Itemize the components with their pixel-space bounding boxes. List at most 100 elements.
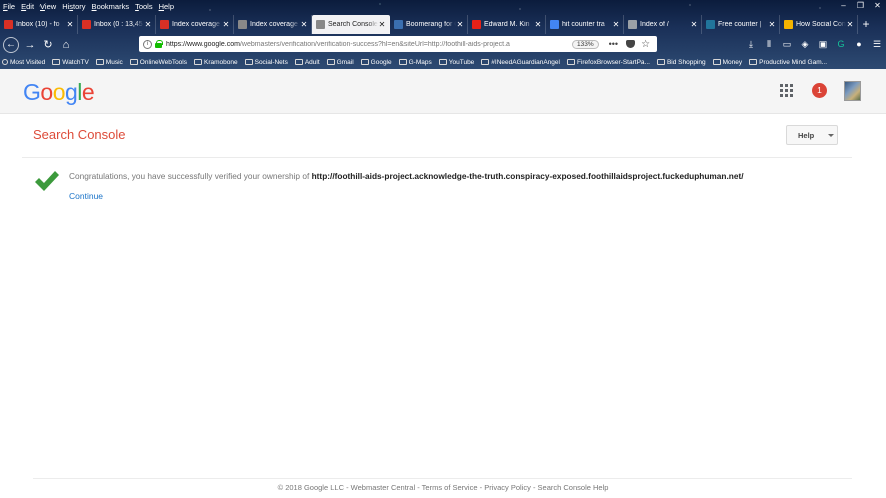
close-tab-icon[interactable]: ✕ (378, 20, 386, 29)
window-controls: – ❐ ✕ (835, 0, 886, 13)
google-logo[interactable]: Google (23, 79, 95, 106)
close-tab-icon[interactable]: ✕ (690, 20, 698, 29)
maps-icon (398, 59, 407, 65)
tab-10[interactable]: How Social Con ✕ (780, 15, 858, 34)
bookmark-item[interactable]: Adult (294, 58, 320, 66)
footer-link[interactable]: Search Console Help (538, 483, 609, 492)
footer-separator: - (530, 483, 538, 492)
close-tab-icon[interactable]: ✕ (768, 20, 776, 29)
bookmark-label: Money (722, 58, 743, 66)
tab-0[interactable]: Inbox (10) - fo ✕ (0, 15, 78, 34)
bookmark-label: Bid Shopping (666, 58, 706, 66)
menu-history[interactable]: History (59, 0, 88, 13)
continue-link[interactable]: Continue (69, 191, 103, 201)
bookmark-item[interactable]: WatchTV (52, 59, 89, 66)
minimize-button[interactable]: – (835, 0, 852, 13)
footer-link[interactable]: Terms of Service (422, 483, 478, 492)
close-tab-icon[interactable]: ✕ (456, 20, 464, 29)
downloads-icon[interactable]: ⤓ (742, 35, 760, 53)
close-tab-icon[interactable]: ✕ (846, 20, 854, 29)
grammarly-icon[interactable]: G (832, 35, 850, 53)
bookmark-icon (749, 59, 758, 65)
menu-tools[interactable]: Tools (132, 0, 156, 13)
bookmark-item[interactable]: Bid Shopping (656, 58, 706, 66)
help-label: Help (798, 130, 815, 140)
bookmark-item[interactable]: G-Maps (398, 59, 432, 66)
apps-grid-icon[interactable] (780, 84, 793, 97)
bookmark-label: Adult (304, 58, 320, 66)
close-tab-icon[interactable]: ✕ (300, 20, 308, 29)
menu-edit[interactable]: Edit (18, 0, 37, 13)
tab-5[interactable]: Boomerang for Gm✕ (390, 15, 468, 34)
tab-2[interactable]: Index coverage ✕ (156, 15, 234, 34)
success-message: Congratulations, you have successfully v… (69, 171, 744, 181)
tab-1[interactable]: Inbox (0 : 13,45 ✕ (78, 15, 156, 34)
bookmark-item[interactable]: Social-Nets (244, 59, 288, 66)
bookmark-label: OnlineWebTools (139, 58, 187, 66)
tab-8[interactable]: Index of / ✕ (624, 15, 702, 34)
menu-view[interactable]: View (37, 0, 59, 13)
avatar[interactable] (844, 81, 861, 101)
info-icon[interactable]: i (143, 39, 152, 49)
menu-bookmarks[interactable]: Bookmarks (89, 0, 133, 13)
footer: © 2018 Google LLC - Webmaster Central - … (0, 483, 886, 492)
menu-hamburger-icon[interactable]: ☰ (868, 35, 886, 53)
cast-icon[interactable]: ▣ (814, 35, 832, 53)
tab-title: How Social Con (796, 21, 846, 28)
folder-icon (244, 59, 253, 65)
bookmark-item[interactable]: FirefoxBrowser-StartPa... (566, 59, 650, 66)
logo-letter: o (52, 79, 66, 105)
tab-6[interactable]: Edward M. Kin ✕ (468, 15, 546, 34)
close-tab-icon[interactable]: ✕ (66, 20, 74, 29)
bookmark-item[interactable]: Money (712, 58, 743, 66)
bookmark-item[interactable]: OnlineWebTools (129, 58, 187, 66)
tab-7[interactable]: hit counter tra ✕ (546, 15, 624, 34)
search-console-icon (316, 20, 325, 29)
url-bar[interactable]: i https://www.google.com/webmasters/veri… (139, 36, 657, 52)
sidebar-icon[interactable]: ▭ (778, 35, 796, 53)
doc-icon (784, 20, 793, 29)
menu-help[interactable]: Help (156, 0, 177, 13)
bookmark-item[interactable]: Productive Mind Gam... (749, 59, 827, 66)
forward-button[interactable]: → (21, 36, 39, 54)
logo-letter: G (23, 79, 41, 105)
tab-3[interactable]: Index coverage ✕ (234, 15, 312, 34)
bookmark-item[interactable]: #INeedAGuardianAngel (481, 59, 560, 66)
bookmark-item[interactable]: Kramobone (194, 59, 238, 66)
close-tab-icon[interactable]: ✕ (144, 20, 152, 29)
bookmark-item[interactable]: YouTube (438, 59, 474, 66)
url-text[interactable]: https://www.google.com/webmasters/verifi… (166, 41, 568, 48)
folder-icon (656, 59, 665, 65)
tab-9[interactable]: Free counter | ✕ (702, 15, 780, 34)
close-tab-icon[interactable]: ✕ (222, 20, 230, 29)
footer-link[interactable]: Privacy Policy (484, 483, 531, 492)
verified-url: http://foothill-aids-project.acknowledge… (311, 171, 744, 181)
close-tab-icon[interactable]: ✕ (612, 20, 620, 29)
bookmark-item[interactable]: Google (360, 59, 392, 66)
extension-icon-2[interactable]: ● (850, 35, 868, 53)
reload-button[interactable]: ↻ (39, 36, 57, 54)
lock-icon[interactable] (155, 40, 163, 48)
tab-4[interactable]: Search Console ✕ (312, 15, 390, 34)
bookmark-item[interactable]: Music (95, 59, 123, 66)
bookmark-item[interactable]: Gmail (326, 59, 354, 66)
footer-link[interactable]: Webmaster Central (351, 483, 415, 492)
google-icon (360, 59, 369, 65)
help-button[interactable]: Help (786, 125, 838, 145)
pocket-icon[interactable] (626, 40, 636, 48)
extension-icon[interactable]: ◈ (796, 35, 814, 53)
bookmark-star-icon[interactable]: ☆ (641, 39, 650, 50)
new-tab-button[interactable]: + (860, 15, 872, 34)
back-button[interactable]: ← (3, 36, 19, 53)
zoom-level-button[interactable]: 133% (572, 39, 599, 49)
bookmark-item[interactable]: Most Visited (2, 59, 45, 66)
page-title: Search Console (33, 127, 126, 142)
home-button[interactable]: ⌂ (57, 36, 75, 54)
restore-button[interactable]: ❐ (852, 0, 869, 13)
notifications-badge[interactable]: 1 (812, 83, 827, 98)
menu-file[interactable]: File (0, 0, 18, 13)
close-tab-icon[interactable]: ✕ (534, 20, 542, 29)
library-icon[interactable]: ⫴ (760, 35, 778, 53)
close-window-button[interactable]: ✕ (869, 0, 886, 13)
page-actions-icon[interactable]: ••• (609, 39, 618, 49)
